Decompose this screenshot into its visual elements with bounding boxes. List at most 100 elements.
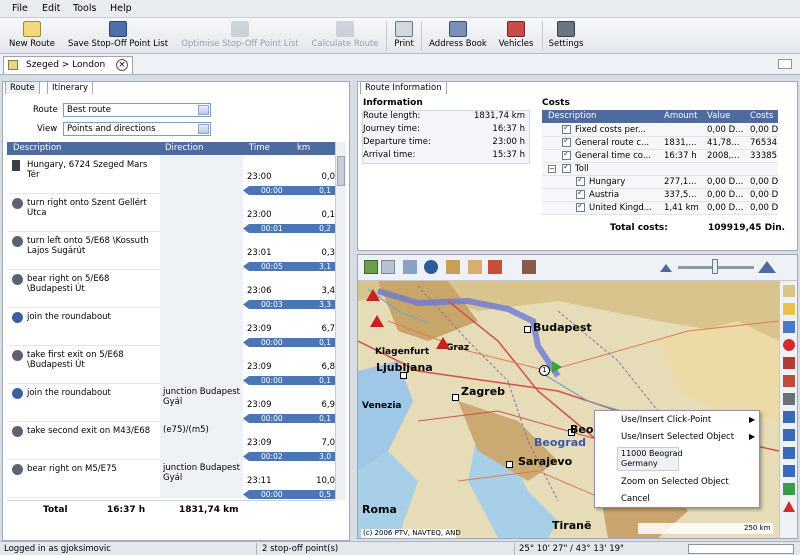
cost-row[interactable]: Austria 337,5... 0,00 D... 0,00 D... (542, 189, 778, 202)
layer-toggle-icon[interactable] (783, 285, 795, 297)
col-time[interactable]: Time (249, 143, 270, 153)
itinerary-row[interactable]: join the roundabout 23:09 6,7 00:00 0,1 (7, 308, 335, 347)
mountain-small-icon[interactable] (660, 264, 672, 272)
tab-itinerary[interactable]: Itinerary (47, 81, 94, 94)
itinerary-time: 23:00 (247, 210, 272, 220)
optimise-icon (231, 21, 249, 37)
col-description[interactable]: Description (13, 143, 61, 153)
toolbar-divider (421, 21, 422, 51)
city-marker-zagreb (452, 394, 459, 401)
map-scale: 250 km (744, 524, 771, 532)
plane-icon[interactable] (783, 321, 795, 333)
itinerary-total-row: Total 16:37 h 1831,74 km (7, 500, 335, 520)
cost-checkbox[interactable] (562, 151, 571, 160)
route-tab-strip: Szeged > London × (0, 54, 800, 75)
cost-row[interactable]: General time co... 16:37 h 2008,... 33385..… (542, 150, 778, 163)
itinerary-row[interactable]: bear right on 5/E68 \Budapesti Út 23:06 3,… (7, 270, 335, 309)
route-select[interactable]: Best route (63, 103, 211, 117)
menu-use-insert-selected-object[interactable]: Use/Insert Selected Object (621, 432, 734, 442)
back-arrow-icon[interactable] (364, 260, 378, 274)
menu-help[interactable]: Help (110, 3, 132, 14)
new-route-button[interactable]: New Route (6, 18, 58, 54)
ship-icon[interactable] (783, 465, 795, 477)
progress-bar (688, 544, 794, 554)
parking-icon[interactable] (783, 411, 795, 423)
vehicles-button[interactable]: Vehicles (494, 18, 538, 54)
forward-arrow-icon[interactable] (381, 260, 395, 274)
close-icon[interactable]: × (116, 59, 128, 71)
itinerary-row[interactable]: turn right onto Szent Gellért Utca 23:00 0… (7, 194, 335, 233)
warning-icon[interactable] (783, 501, 795, 512)
bus-icon[interactable] (783, 357, 795, 369)
cost-col-costs[interactable]: Costs (750, 111, 773, 121)
save-stopoff-button[interactable]: Save Stop-Off Point List (62, 18, 174, 54)
cost-row[interactable]: Fixed costs per... 0,00 D... 0,00 D... (542, 124, 778, 137)
cost-checkbox[interactable] (576, 177, 585, 186)
itinerary-row[interactable]: take second exit on M43/E68 (e75)/(m5) 23:… (7, 422, 335, 461)
vehicle-icon (507, 21, 525, 37)
view-select[interactable]: Points and directions (63, 122, 211, 136)
cost-checkbox[interactable] (576, 190, 585, 199)
collapse-icon[interactable]: − (548, 165, 556, 173)
road-icon[interactable] (783, 393, 795, 405)
address-book-button[interactable]: Address Book (425, 18, 491, 54)
globe-icon[interactable] (424, 260, 438, 274)
cost-row[interactable]: United Kingd... 1,41 km 0,00 D... 0,00 D... (542, 202, 778, 215)
compass-icon[interactable] (522, 260, 536, 274)
itinerary-row[interactable]: Hungary, 6724 Szeged Mars Tér 23:00 0,0 00:… (7, 156, 335, 195)
calculate-route-button[interactable]: Calculate Route (307, 18, 383, 54)
cost-row[interactable]: General route c... 1831,... 41,78... 76534.… (542, 137, 778, 150)
col-km[interactable]: km (297, 143, 310, 153)
mail-icon[interactable] (778, 59, 792, 69)
info-icon[interactable] (783, 429, 795, 441)
star-icon[interactable] (783, 303, 795, 315)
mountain-large-icon[interactable] (758, 261, 776, 273)
itinerary-description: take second exit on M43/E68 (27, 426, 151, 436)
cost-checkbox[interactable] (562, 164, 571, 173)
chevron-down-icon (198, 124, 209, 134)
cost-row[interactable]: Hungary 277,1... 0,00 D... 0,00 D... (542, 176, 778, 189)
city-beograd-highlight: Beograd (534, 436, 586, 449)
layers-icon[interactable] (468, 260, 482, 274)
menu-file[interactable]: File (12, 3, 28, 14)
menu-edit[interactable]: Edit (42, 3, 60, 14)
cost-checkbox[interactable] (562, 138, 571, 147)
truck-icon[interactable] (446, 260, 460, 274)
route-tab-title: Szeged > London (26, 60, 106, 70)
fuel-icon[interactable] (783, 483, 795, 495)
cost-amount: 16:37 h (664, 151, 697, 161)
route-tool-icon[interactable] (403, 260, 417, 274)
submenu-arrow-icon: ▶ (749, 432, 756, 441)
cost-group-toll[interactable]: − Toll (542, 163, 778, 176)
itinerary-row[interactable]: turn left onto 5/E68 \Kossuth Lajos Sugá… (7, 232, 335, 271)
cost-checkbox[interactable] (562, 125, 571, 134)
cost-checkbox[interactable] (576, 203, 585, 212)
menu-use-insert-click-point[interactable]: Use/Insert Click-Point (621, 415, 711, 425)
col-direction[interactable]: Direction (165, 143, 203, 153)
settings-button[interactable]: Settings (546, 18, 586, 54)
scroll-thumb[interactable] (337, 156, 345, 186)
menu-tools[interactable]: Tools (73, 3, 96, 14)
cost-col-description[interactable]: Description (548, 111, 596, 121)
cost-costs: 33385... (750, 151, 778, 161)
tab-route[interactable]: Route (5, 81, 40, 94)
train-icon[interactable] (783, 447, 795, 459)
zoom-slider-thumb[interactable] (712, 259, 718, 274)
itinerary-row[interactable]: bear right on M5/E75 junction Budapest Gy… (7, 460, 335, 499)
car-icon[interactable] (783, 375, 795, 387)
no-entry-icon[interactable] (783, 339, 795, 351)
cost-amount: 1831,... (664, 138, 697, 148)
optimise-stopoff-button[interactable]: Optimise Stop-Off Point List (176, 18, 304, 54)
cost-col-value[interactable]: Value (707, 111, 730, 121)
menu-zoom-on-selected-object[interactable]: Zoom on Selected Object (621, 477, 729, 487)
cost-desc: General time co... (575, 151, 651, 161)
itinerary-row[interactable]: join the roundabout junction Budapest Gyá… (7, 384, 335, 423)
itinerary-scrollbar[interactable] (335, 142, 346, 500)
route-tab[interactable]: Szeged > London × (3, 56, 133, 74)
cost-col-amount[interactable]: Amount (664, 111, 697, 121)
print-button[interactable]: Print (390, 18, 418, 54)
menu-cancel[interactable]: Cancel (621, 494, 650, 504)
poi-icon[interactable] (488, 260, 502, 274)
tab-route-information[interactable]: Route Information (360, 81, 447, 94)
itinerary-row[interactable]: take first exit on 5/E68 \Budapesti Út 23… (7, 346, 335, 385)
